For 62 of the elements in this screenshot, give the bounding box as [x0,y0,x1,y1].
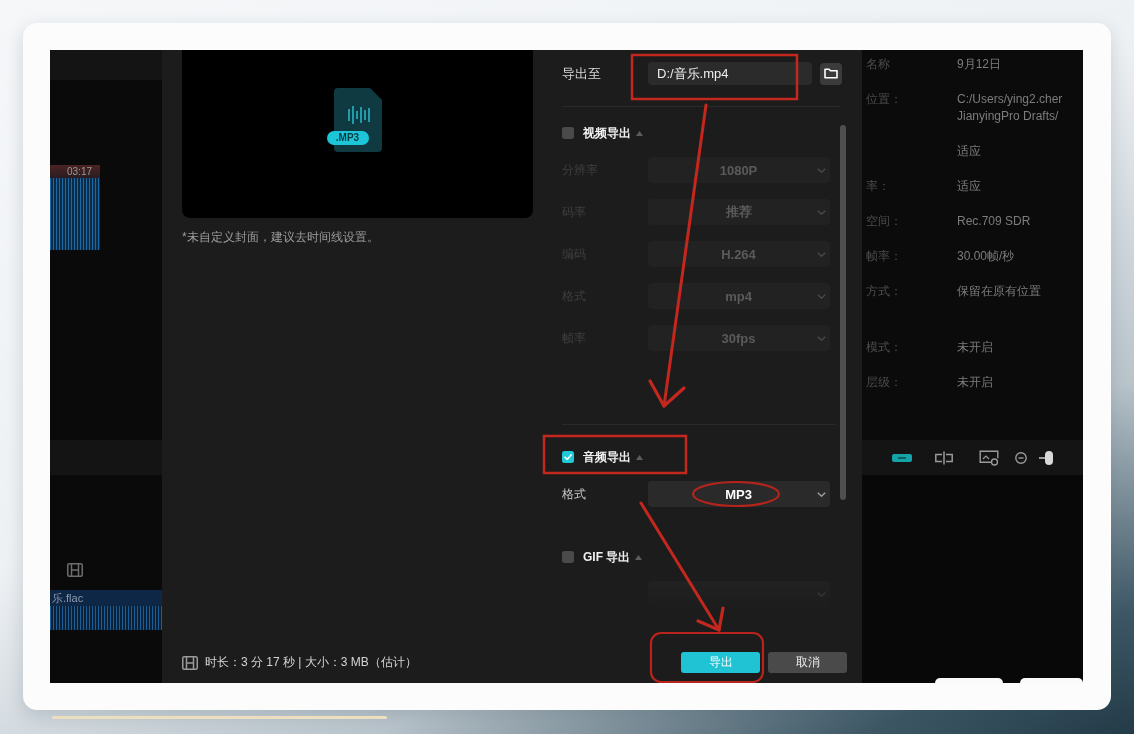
chevron-down-icon [817,209,826,215]
folder-button[interactable] [820,62,842,85]
pill-shape [1020,678,1083,683]
info-value: C:/Users/ying2.cher [957,91,1063,108]
checkbox[interactable] [562,551,574,563]
dropdown[interactable]: H.264 [648,241,830,267]
cancel-button[interactable]: 取消 [768,652,847,673]
chevron-down-icon [817,167,826,173]
info-value: JianyingPro Drafts/ [957,108,1060,125]
film-icon[interactable] [67,563,83,577]
info-value: 适应 [957,143,981,160]
folder-icon [824,68,838,79]
setting-label: 格式 [562,485,587,503]
caret-up-icon[interactable] [636,130,643,136]
info-value: 保留在原有位置 [957,283,1041,300]
chevron-down-icon [817,293,826,299]
pill-shape [935,678,1003,683]
dropdown[interactable]: 30fps [648,325,830,351]
clip-duration-text: 03:17 [67,165,94,178]
caret-up-icon[interactable] [636,454,643,460]
path-field[interactable]: D:/音乐.mp4 [648,62,812,85]
info-value: 适应 [957,178,981,195]
section-title: GIF 导出 [583,548,631,566]
section-title: 音频导出 [583,448,631,466]
zoom-out-icon[interactable] [1015,451,1027,464]
chevron-down-icon [817,491,826,497]
info-value: 未开启 [957,374,993,391]
info-label: 名称 [865,56,891,73]
slider-handle-icon[interactable] [1039,450,1053,465]
info-label: 帧率： [865,248,903,265]
dropdown[interactable]: mp4 [648,283,830,309]
screen-magnifier-icon[interactable] [979,449,999,466]
split-icon[interactable] [934,450,954,465]
scrollbar-thumb[interactable] [840,125,846,500]
info-label: 模式： [865,339,903,356]
info-value: Rec.709 SDR [957,213,1031,230]
caret-up-icon[interactable] [635,554,643,560]
checkbox[interactable] [562,451,574,463]
dropdown[interactable]: MP3 [648,481,830,507]
section-title: 视频导出 [583,124,631,142]
dropdown[interactable]: 推荐 [648,199,830,225]
chevron-down-icon [817,591,826,597]
checkbox[interactable] [562,127,574,139]
film-icon [182,655,198,670]
info-value: 未开启 [957,339,993,356]
file-type-badge: .MP3 [326,131,369,145]
export-button[interactable]: 导出 [681,652,760,673]
info-value: 30.00帧/秒 [957,248,1015,265]
duration-size-text: 时长：3 分 17 秒 | 大小：3 MB（估计） [205,654,417,671]
info-label: 层级： [865,374,903,391]
info-label: 方式： [865,283,903,300]
info-label: 空间： [865,213,903,230]
chevron-down-icon [817,251,826,257]
cover-note: *未自定义封面，建议去时间线设置。 [182,229,380,246]
info-value: 9月12日 [957,56,1002,73]
pill-toggle-icon[interactable] [892,453,912,462]
audio-clip[interactable]: 乐.flac [50,590,162,630]
chevron-down-icon [817,335,826,341]
export-to-label: 导出至 [562,64,602,83]
clip-name: 乐.flac [50,590,162,606]
info-label: 率： [865,178,891,195]
dropdown[interactable]: 1080P [648,157,830,183]
